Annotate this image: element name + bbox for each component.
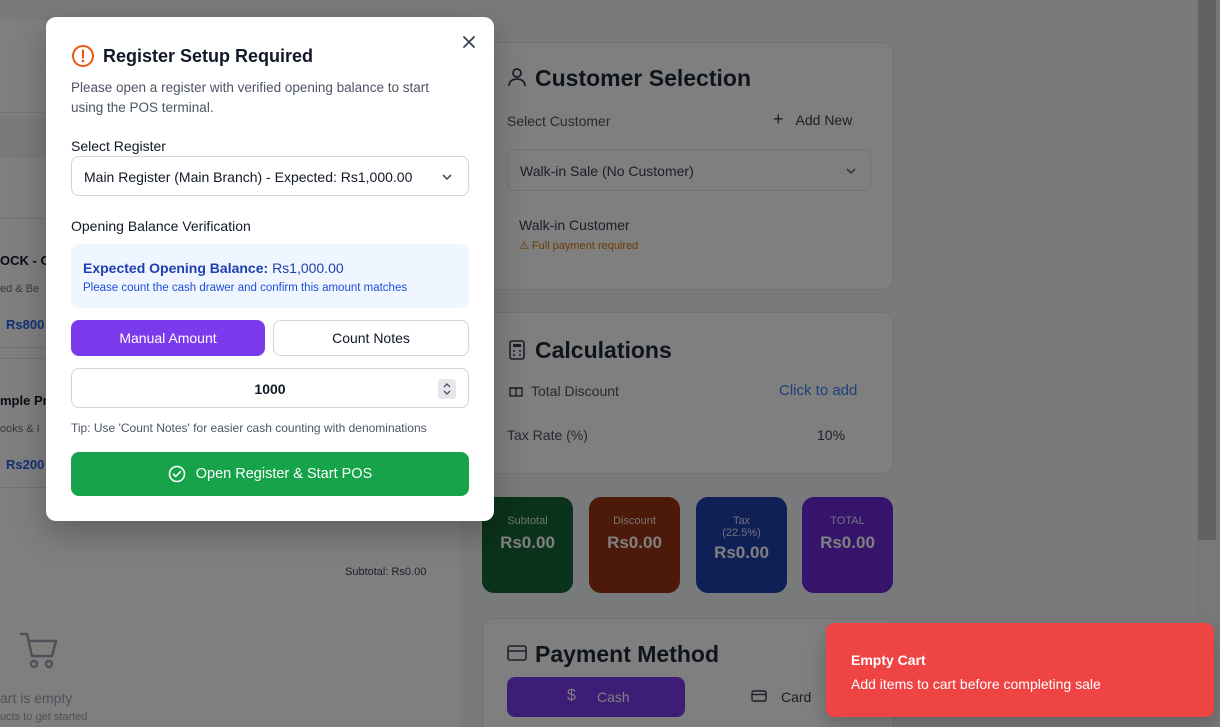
- toast-title: Empty Cart: [851, 652, 926, 668]
- expected-balance-value: Rs1,000.00: [272, 260, 344, 276]
- register-select[interactable]: Main Register (Main Branch) - Expected: …: [71, 156, 469, 196]
- expected-balance-line: Expected Opening Balance: Rs1,000.00: [83, 260, 344, 276]
- error-toast[interactable]: Empty Cart Add items to cart before comp…: [826, 623, 1214, 717]
- number-stepper-icon[interactable]: [438, 379, 456, 399]
- modal-title: Register Setup Required: [103, 46, 314, 66]
- alert-circle-icon: [72, 45, 94, 67]
- count-notes-tip: Tip: Use 'Count Notes' for easier cash c…: [71, 421, 427, 435]
- expected-balance-label: Expected Opening Balance:: [83, 260, 269, 276]
- opening-balance-label: Opening Balance Verification: [71, 218, 251, 234]
- check-circle-icon: [168, 465, 186, 483]
- expected-balance-info: Expected Opening Balance: Rs1,000.00 Ple…: [71, 244, 469, 308]
- register-setup-modal: Register Setup Required Please open a re…: [46, 17, 494, 521]
- modal-description: Please open a register with verified ope…: [71, 80, 429, 115]
- expected-balance-hint: Please count the cash drawer and confirm…: [83, 282, 408, 294]
- manual-amount-tab[interactable]: Manual Amount: [71, 320, 265, 356]
- close-icon[interactable]: [460, 33, 478, 51]
- select-register-label: Select Register: [71, 138, 166, 154]
- count-notes-tab[interactable]: Count Notes: [273, 320, 469, 356]
- toast-message: Add items to cart before completing sale: [851, 676, 1101, 692]
- opening-amount-value: 1000: [254, 381, 286, 397]
- open-register-button[interactable]: Open Register & Start POS: [71, 452, 469, 496]
- open-register-label: Open Register & Start POS: [195, 466, 373, 482]
- opening-amount-input[interactable]: 1000: [71, 368, 469, 408]
- register-select-value: Main Register (Main Branch) - Expected: …: [84, 169, 413, 185]
- chevron-down-icon: [442, 174, 452, 181]
